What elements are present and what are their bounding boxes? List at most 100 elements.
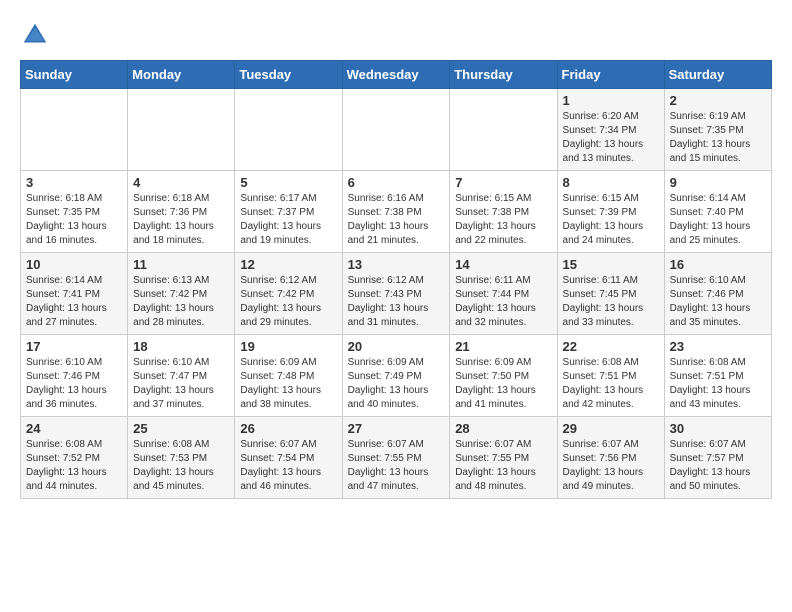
calendar-cell: 26 Sunrise: 6:07 AMSunset: 7:54 PMDayligh… xyxy=(235,417,342,499)
calendar-cell: 4 Sunrise: 6:18 AMSunset: 7:36 PMDaylight… xyxy=(128,171,235,253)
day-number: 13 xyxy=(348,257,445,272)
day-info: Sunrise: 6:07 AMSunset: 7:55 PMDaylight:… xyxy=(455,438,551,494)
day-number: 12 xyxy=(240,257,336,272)
calendar-cell: 9 Sunrise: 6:14 AMSunset: 7:40 PMDaylight… xyxy=(664,171,771,253)
day-number: 19 xyxy=(240,339,336,354)
calendar-week-row: 10Sunrise: 6:14 AMSunset: 7:41 PMDayligh… xyxy=(21,253,772,335)
day-number: 1 xyxy=(563,93,659,108)
calendar-cell: 15 Sunrise: 6:11 AMSunset: 7:45 PMDayligh… xyxy=(557,253,664,335)
day-info: Sunrise: 6:15 AMSunset: 7:39 PMDaylight:… xyxy=(563,192,659,248)
day-number: 17 xyxy=(26,339,122,354)
calendar-cell: 1 Sunrise: 6:20 AMSunset: 7:34 PMDaylight… xyxy=(557,89,664,171)
day-info: Sunrise: 6:16 AMSunset: 7:38 PMDaylight:… xyxy=(348,192,445,248)
day-info: Sunrise: 6:10 AMSunset: 7:46 PMDaylight:… xyxy=(26,356,122,412)
calendar-cell: 14 Sunrise: 6:11 AMSunset: 7:44 PMDayligh… xyxy=(450,253,557,335)
day-number: 8 xyxy=(563,175,659,190)
calendar-cell: 24Sunrise: 6:08 AMSunset: 7:52 PMDayligh… xyxy=(21,417,128,499)
weekday-header-saturday: Saturday xyxy=(664,61,771,89)
day-info: Sunrise: 6:11 AMSunset: 7:45 PMDaylight:… xyxy=(563,274,659,330)
calendar-week-row: 3 Sunrise: 6:18 AMSunset: 7:35 PMDaylight… xyxy=(21,171,772,253)
calendar-cell: 20Sunrise: 6:09 AMSunset: 7:49 PMDayligh… xyxy=(342,335,450,417)
day-info: Sunrise: 6:07 AMSunset: 7:54 PMDaylight:… xyxy=(240,438,336,494)
calendar-cell: 23 Sunrise: 6:08 AMSunset: 7:51 PMDayligh… xyxy=(664,335,771,417)
logo xyxy=(20,20,54,50)
day-info: Sunrise: 6:09 AMSunset: 7:50 PMDaylight:… xyxy=(455,356,551,412)
calendar-table: SundayMondayTuesdayWednesdayThursdayFrid… xyxy=(20,60,772,499)
day-info: Sunrise: 6:12 AMSunset: 7:43 PMDaylight:… xyxy=(348,274,445,330)
day-number: 30 xyxy=(670,421,766,436)
day-number: 16 xyxy=(670,257,766,272)
day-number: 5 xyxy=(240,175,336,190)
calendar-week-row: 17 Sunrise: 6:10 AMSunset: 7:46 PMDayligh… xyxy=(21,335,772,417)
day-info: Sunrise: 6:17 AMSunset: 7:37 PMDaylight:… xyxy=(240,192,336,248)
day-number: 9 xyxy=(670,175,766,190)
day-info: Sunrise: 6:20 AMSunset: 7:34 PMDaylight:… xyxy=(563,110,659,166)
day-info: Sunrise: 6:18 AMSunset: 7:36 PMDaylight:… xyxy=(133,192,229,248)
calendar-cell xyxy=(21,89,128,171)
weekday-header-friday: Friday xyxy=(557,61,664,89)
day-number: 26 xyxy=(240,421,336,436)
day-number: 18 xyxy=(133,339,229,354)
day-number: 4 xyxy=(133,175,229,190)
calendar-cell xyxy=(235,89,342,171)
day-info: Sunrise: 6:08 AMSunset: 7:51 PMDaylight:… xyxy=(563,356,659,412)
calendar-cell: 10Sunrise: 6:14 AMSunset: 7:41 PMDayligh… xyxy=(21,253,128,335)
calendar-cell: 19 Sunrise: 6:09 AMSunset: 7:48 PMDayligh… xyxy=(235,335,342,417)
logo-icon xyxy=(20,20,50,50)
calendar-cell: 28 Sunrise: 6:07 AMSunset: 7:55 PMDayligh… xyxy=(450,417,557,499)
day-info: Sunrise: 6:13 AMSunset: 7:42 PMDaylight:… xyxy=(133,274,229,330)
calendar-cell: 12 Sunrise: 6:12 AMSunset: 7:42 PMDayligh… xyxy=(235,253,342,335)
calendar-cell: 18 Sunrise: 6:10 AMSunset: 7:47 PMDayligh… xyxy=(128,335,235,417)
day-number: 14 xyxy=(455,257,551,272)
day-info: Sunrise: 6:14 AMSunset: 7:40 PMDaylight:… xyxy=(670,192,766,248)
day-info: Sunrise: 6:08 AMSunset: 7:53 PMDaylight:… xyxy=(133,438,229,494)
page-header xyxy=(20,20,772,50)
day-info: Sunrise: 6:19 AMSunset: 7:35 PMDaylight:… xyxy=(670,110,766,166)
weekday-header-tuesday: Tuesday xyxy=(235,61,342,89)
calendar-cell xyxy=(450,89,557,171)
calendar-cell xyxy=(128,89,235,171)
calendar-cell: 16 Sunrise: 6:10 AMSunset: 7:46 PMDayligh… xyxy=(664,253,771,335)
day-number: 27 xyxy=(348,421,445,436)
day-number: 25 xyxy=(133,421,229,436)
day-number: 24 xyxy=(26,421,122,436)
weekday-header-monday: Monday xyxy=(128,61,235,89)
day-info: Sunrise: 6:08 AMSunset: 7:51 PMDaylight:… xyxy=(670,356,766,412)
day-number: 22 xyxy=(563,339,659,354)
calendar-cell: 6Sunrise: 6:16 AMSunset: 7:38 PMDaylight… xyxy=(342,171,450,253)
day-info: Sunrise: 6:09 AMSunset: 7:48 PMDaylight:… xyxy=(240,356,336,412)
day-info: Sunrise: 6:07 AMSunset: 7:57 PMDaylight:… xyxy=(670,438,766,494)
day-info: Sunrise: 6:12 AMSunset: 7:42 PMDaylight:… xyxy=(240,274,336,330)
calendar-cell: 27Sunrise: 6:07 AMSunset: 7:55 PMDayligh… xyxy=(342,417,450,499)
weekday-header-row: SundayMondayTuesdayWednesdayThursdayFrid… xyxy=(21,61,772,89)
calendar-cell: 11 Sunrise: 6:13 AMSunset: 7:42 PMDayligh… xyxy=(128,253,235,335)
day-number: 15 xyxy=(563,257,659,272)
day-info: Sunrise: 6:18 AMSunset: 7:35 PMDaylight:… xyxy=(26,192,122,248)
calendar-cell: 7 Sunrise: 6:15 AMSunset: 7:38 PMDaylight… xyxy=(450,171,557,253)
day-number: 11 xyxy=(133,257,229,272)
calendar-cell: 25 Sunrise: 6:08 AMSunset: 7:53 PMDayligh… xyxy=(128,417,235,499)
day-number: 28 xyxy=(455,421,551,436)
day-info: Sunrise: 6:07 AMSunset: 7:56 PMDaylight:… xyxy=(563,438,659,494)
day-info: Sunrise: 6:15 AMSunset: 7:38 PMDaylight:… xyxy=(455,192,551,248)
calendar-cell xyxy=(342,89,450,171)
calendar-cell: 30 Sunrise: 6:07 AMSunset: 7:57 PMDayligh… xyxy=(664,417,771,499)
day-number: 23 xyxy=(670,339,766,354)
day-info: Sunrise: 6:10 AMSunset: 7:46 PMDaylight:… xyxy=(670,274,766,330)
calendar-cell: 29 Sunrise: 6:07 AMSunset: 7:56 PMDayligh… xyxy=(557,417,664,499)
calendar-cell: 2 Sunrise: 6:19 AMSunset: 7:35 PMDaylight… xyxy=(664,89,771,171)
day-number: 3 xyxy=(26,175,122,190)
calendar-week-row: 1 Sunrise: 6:20 AMSunset: 7:34 PMDaylight… xyxy=(21,89,772,171)
weekday-header-wednesday: Wednesday xyxy=(342,61,450,89)
day-number: 29 xyxy=(563,421,659,436)
calendar-cell: 22 Sunrise: 6:08 AMSunset: 7:51 PMDayligh… xyxy=(557,335,664,417)
calendar-cell: 13 Sunrise: 6:12 AMSunset: 7:43 PMDayligh… xyxy=(342,253,450,335)
day-info: Sunrise: 6:14 AMSunset: 7:41 PMDaylight:… xyxy=(26,274,122,330)
day-info: Sunrise: 6:11 AMSunset: 7:44 PMDaylight:… xyxy=(455,274,551,330)
day-number: 21 xyxy=(455,339,551,354)
day-number: 2 xyxy=(670,93,766,108)
calendar-cell: 3 Sunrise: 6:18 AMSunset: 7:35 PMDaylight… xyxy=(21,171,128,253)
day-info: Sunrise: 6:10 AMSunset: 7:47 PMDaylight:… xyxy=(133,356,229,412)
day-number: 7 xyxy=(455,175,551,190)
weekday-header-sunday: Sunday xyxy=(21,61,128,89)
